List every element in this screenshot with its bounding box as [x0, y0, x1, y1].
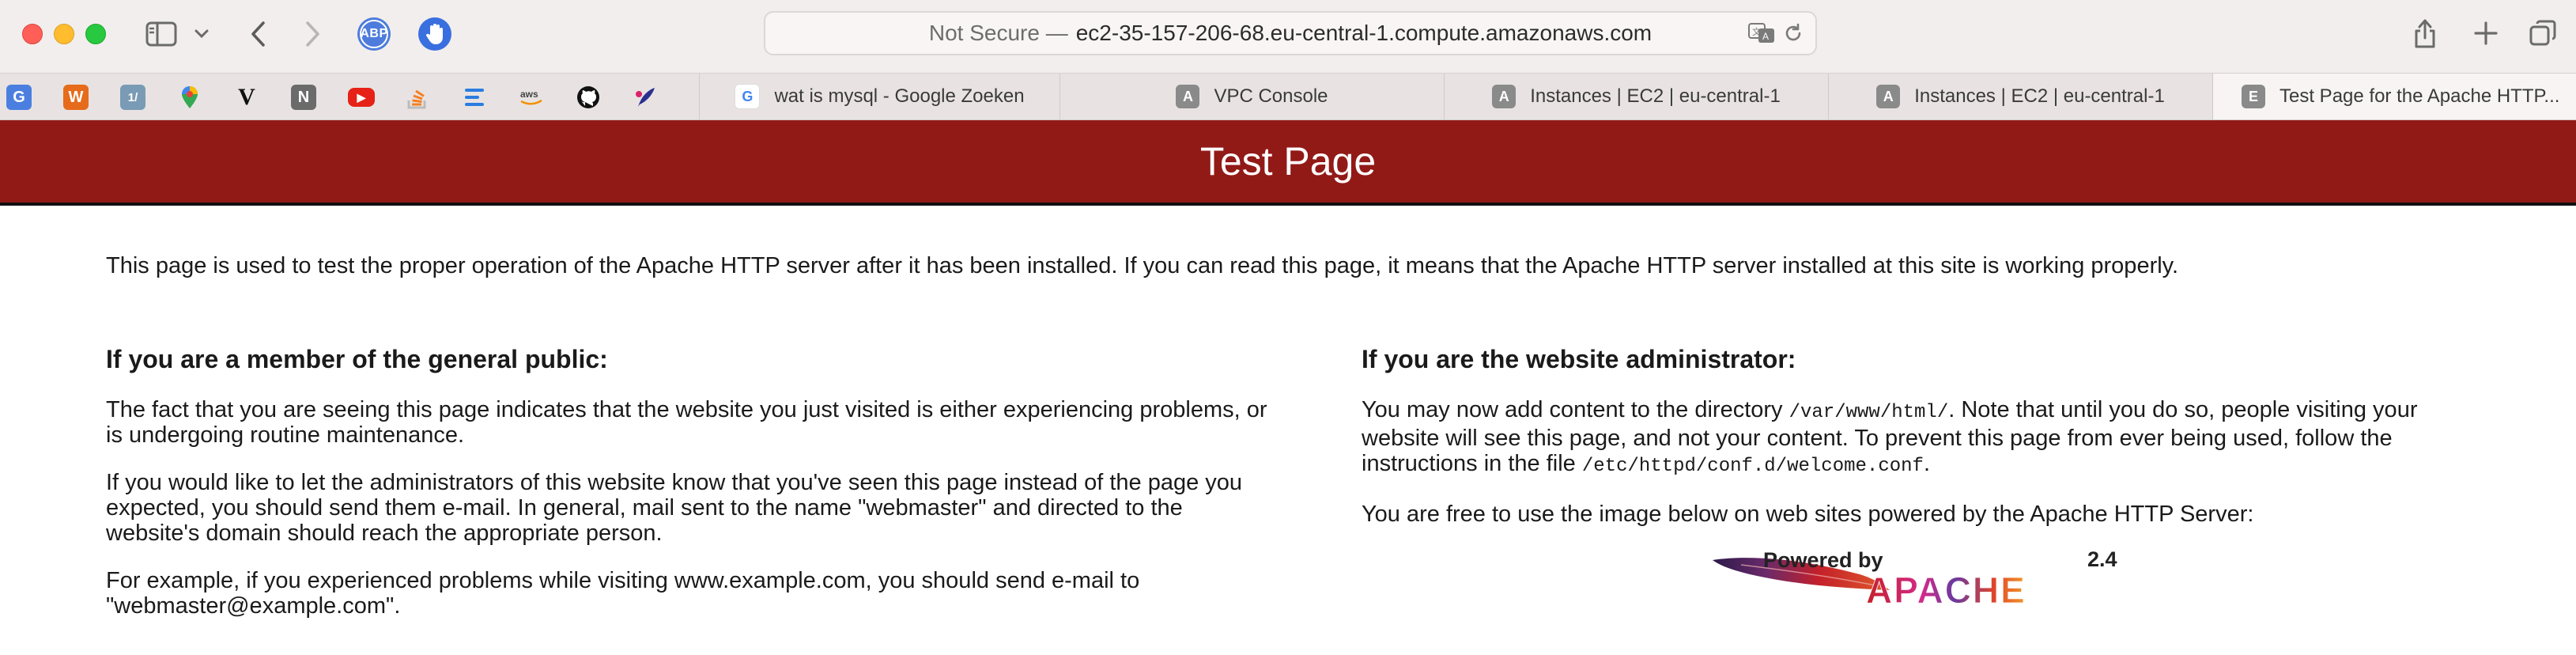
tab-vpc-console[interactable]: A VPC Console — [1059, 74, 1444, 119]
tab-apache-test-page[interactable]: E Test Page for the Apache HTTP... — [2212, 74, 2576, 119]
window-zoom-button[interactable] — [85, 24, 106, 44]
svg-text:aws: aws — [520, 89, 538, 100]
tab-label: Instances | EC2 | eu-central-1 — [1914, 85, 2165, 107]
tab-overview-icon[interactable] — [2527, 17, 2559, 49]
admin-heading: If you are the website administrator: — [1362, 345, 1796, 373]
admin-section: If you are the website administrator: Yo… — [1362, 343, 2500, 549]
tab-label: VPC Console — [1214, 85, 1328, 107]
v-icon[interactable]: V — [234, 84, 259, 110]
intro-paragraph: This page is used to test the proper ope… — [106, 253, 2179, 278]
aws-badge-icon: A — [1876, 85, 1901, 108]
tab-label: wat is mysql - Google Zoeken — [774, 85, 1025, 107]
youtube-icon[interactable]: ▶ — [348, 88, 375, 107]
apache-wordmark: APACHE — [1866, 570, 2026, 606]
tab-label: Test Page for the Apache HTTP... — [2279, 85, 2560, 107]
public-heading: If you are a member of the general publi… — [106, 345, 608, 373]
notion-icon[interactable]: N — [291, 85, 316, 110]
public-section: If you are a member of the general publi… — [106, 343, 1276, 641]
browser-toolbar: ABP Not Secure — ec2-35-157-206-68.eu-ce… — [0, 0, 2576, 73]
tab-ec2-instances-1[interactable]: A Instances | EC2 | eu-central-1 — [1444, 74, 1828, 119]
page-badge-icon: E — [2242, 85, 2265, 108]
svg-text:A: A — [1762, 31, 1769, 42]
window-minimize-button[interactable] — [54, 24, 74, 44]
window-close-button[interactable] — [22, 24, 43, 44]
public-paragraph-1: The fact that you are seeing this page i… — [106, 397, 1267, 448]
admin-paragraph-2: You are free to use the image below on w… — [1362, 502, 2254, 527]
not-secure-label: Not Secure — — [928, 21, 1068, 45]
tab-label: Instances | EC2 | eu-central-1 — [1530, 85, 1781, 107]
powered-by-text: Powered by — [1763, 548, 1883, 572]
hand-extension-icon[interactable] — [418, 17, 451, 51]
aws-icon[interactable]: aws — [519, 85, 544, 110]
page-title-banner: Test Page — [0, 120, 2576, 206]
maps-pin-icon[interactable] — [177, 85, 202, 110]
docroot-path: /var/www/html/ — [1788, 402, 1949, 423]
aws-badge-icon: A — [1176, 85, 1200, 108]
translate-icon[interactable]: 文A — [1747, 22, 1776, 44]
admin-paragraph-1: You may now add content to the directory… — [1362, 397, 2418, 477]
google-g-icon: G — [735, 84, 761, 109]
address-bar[interactable]: Not Secure — ec2-35-157-206-68.eu-centra… — [764, 11, 1817, 55]
apache-version-text: 2.4 — [2087, 547, 2117, 571]
tab-ec2-instances-2[interactable]: A Instances | EC2 | eu-central-1 — [1828, 74, 2212, 119]
list-icon[interactable] — [462, 85, 487, 110]
page-title: Test Page — [1199, 139, 1377, 184]
public-paragraph-2: If you would like to let the administrat… — [106, 470, 1243, 546]
google-translate-icon[interactable]: G — [6, 85, 32, 110]
aws-badge-icon: A — [1492, 85, 1517, 108]
public-paragraph-3: For example, if you experienced problems… — [106, 568, 1140, 619]
welcome-conf-path: /etc/httpd/conf.d/welcome.conf — [1581, 456, 1924, 477]
tab-google-search[interactable]: G wat is mysql - Google Zoeken — [699, 74, 1059, 119]
new-tab-plus-icon[interactable] — [2472, 19, 2500, 47]
reload-icon[interactable] — [1782, 22, 1804, 44]
w-icon[interactable]: W — [63, 85, 89, 110]
svg-text:文: 文 — [1752, 26, 1761, 37]
stackoverflow-icon[interactable] — [405, 85, 430, 110]
share-icon[interactable] — [2412, 16, 2438, 51]
chevron-down-icon[interactable] — [193, 25, 210, 43]
back-arrow-icon[interactable] — [247, 19, 270, 49]
calculator-icon[interactable]: 1/ — [120, 85, 145, 110]
tab-bar: G W 1/ V N ▶ aws G wat is mysql - Google… — [0, 73, 2576, 120]
powered-by-apache-badge[interactable]: Powered by APACHE 2.4 — [1709, 547, 2136, 606]
forward-arrow-icon[interactable] — [300, 19, 324, 49]
adblock-plus-icon[interactable]: ABP — [357, 17, 391, 51]
url-text: ec2-35-157-206-68.eu-central-1.compute.a… — [1075, 21, 1652, 45]
sidebar-toggle-icon[interactable] — [145, 21, 177, 47]
feather-icon[interactable] — [633, 85, 658, 110]
github-icon[interactable] — [576, 85, 601, 110]
